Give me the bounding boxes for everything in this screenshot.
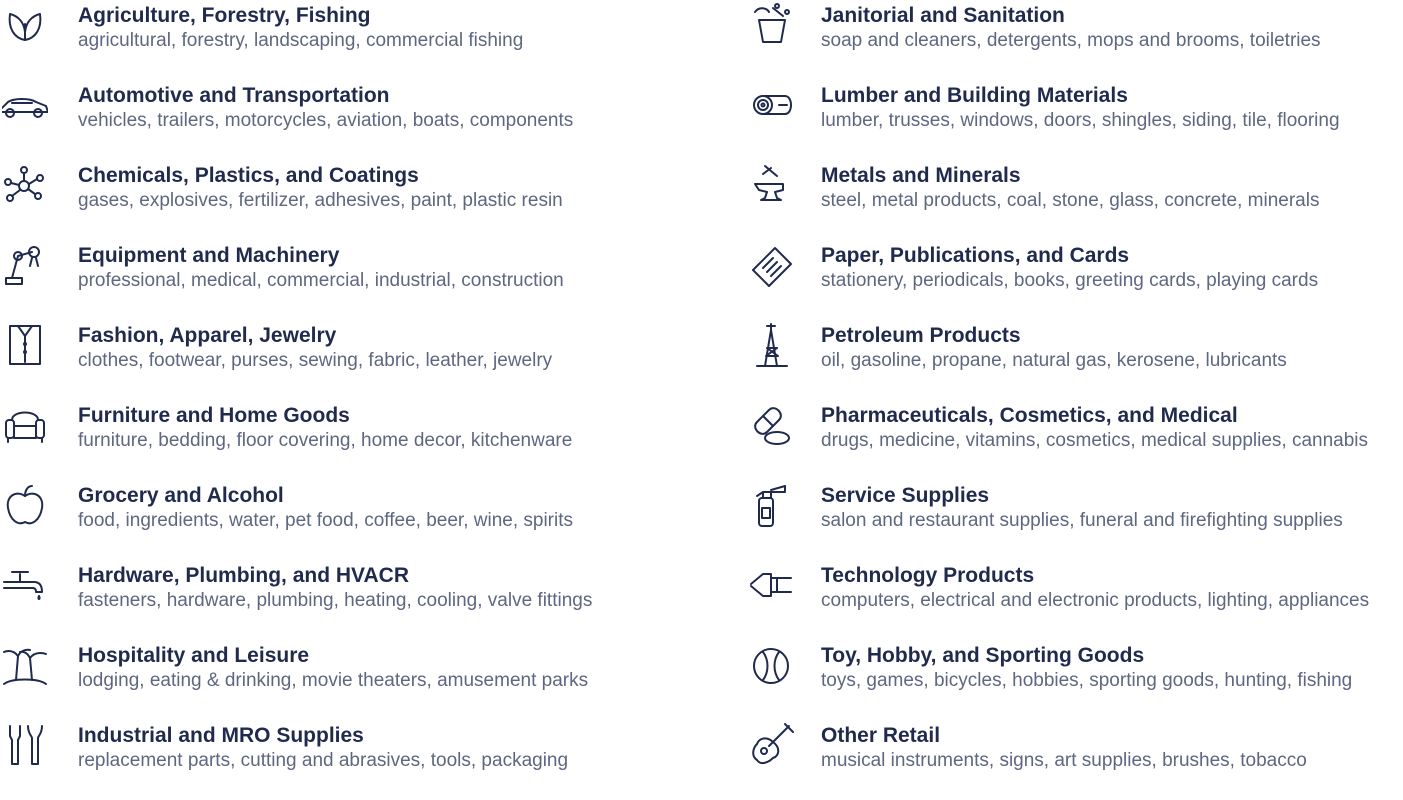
category-title: Technology Products (821, 564, 1035, 587)
category-item-equipment[interactable]: Equipment and Machinery professional, me… (0, 240, 700, 320)
category-item-hospitality[interactable]: Hospitality and Leisure lodging, eating … (0, 640, 700, 720)
robot-arm-icon (2, 242, 48, 288)
category-description: food, ingredients, water, pet food, coff… (78, 510, 574, 531)
category-item-technology[interactable]: Technology Products computers, electrica… (745, 560, 1403, 640)
category-description: stationery, periodicals, books, greeting… (821, 270, 1319, 291)
armchair-icon (2, 402, 48, 448)
category-item-fashion[interactable]: Fashion, Apparel, Jewelry clothes, footw… (0, 320, 700, 400)
category-description: agricultural, forestry, landscaping, com… (78, 30, 524, 51)
category-description: musical instruments, signs, art supplies… (821, 750, 1307, 771)
apple-icon (2, 482, 48, 528)
category-description: replacement parts, cutting and abrasives… (78, 750, 569, 771)
category-item-furniture[interactable]: Furniture and Home Goods furniture, bedd… (0, 400, 700, 480)
category-item-chemicals[interactable]: Chemicals, Plastics, and Coatings gases,… (0, 160, 700, 240)
category-title: Pharmaceuticals, Cosmetics, and Medical (821, 404, 1238, 427)
category-title: Furniture and Home Goods (78, 404, 350, 427)
category-title: Petroleum Products (821, 324, 1021, 347)
category-item-agriculture[interactable]: Agriculture, Forestry, Fishing agricultu… (0, 0, 700, 80)
category-item-industrial[interactable]: Industrial and MRO Supplies replacement … (0, 720, 700, 800)
tools-icon (2, 722, 48, 768)
category-item-janitorial[interactable]: Janitorial and Sanitation soap and clean… (745, 0, 1403, 80)
log-icon (749, 82, 795, 128)
category-title: Chemicals, Plastics, and Coatings (78, 164, 419, 187)
baseball-icon (749, 642, 795, 688)
shirt-icon (2, 322, 48, 368)
category-title: Janitorial and Sanitation (821, 4, 1065, 27)
category-description: oil, gasoline, propane, natural gas, ker… (821, 350, 1287, 371)
category-title: Grocery and Alcohol (78, 484, 284, 507)
category-item-automotive[interactable]: Automotive and Transportation vehicles, … (0, 80, 700, 160)
category-title: Toy, Hobby, and Sporting Goods (821, 644, 1145, 667)
category-item-service[interactable]: Service Supplies salon and restaurant su… (745, 480, 1403, 560)
fire-extinguisher-icon (749, 482, 795, 528)
category-description: vehicles, trailers, motorcycles, aviatio… (78, 110, 574, 131)
category-description: clothes, footwear, purses, sewing, fabri… (78, 350, 553, 371)
category-title: Hospitality and Leisure (78, 644, 310, 667)
category-description: salon and restaurant supplies, funeral a… (821, 510, 1343, 531)
category-description: fasteners, hardware, plumbing, heating, … (78, 590, 593, 611)
category-description: computers, electrical and electronic pro… (821, 590, 1370, 611)
category-title: Hardware, Plumbing, and HVACR (78, 564, 409, 587)
leaf-icon (2, 2, 48, 48)
oil-derrick-icon (749, 322, 795, 368)
category-item-paper[interactable]: Paper, Publications, and Cards stationer… (745, 240, 1403, 320)
category-title: Other Retail (821, 724, 941, 747)
category-item-lumber[interactable]: Lumber and Building Materials lumber, tr… (745, 80, 1403, 160)
category-title: Industrial and MRO Supplies (78, 724, 364, 747)
category-title: Service Supplies (821, 484, 990, 507)
car-icon (0, 82, 49, 128)
molecule-icon (2, 162, 48, 208)
category-description: gases, explosives, fertilizer, adhesives… (78, 190, 563, 211)
faucet-icon (2, 562, 48, 608)
anvil-icon (749, 162, 795, 208)
bucket-icon (749, 2, 795, 48)
category-description: lumber, trusses, windows, doors, shingle… (821, 110, 1340, 131)
plug-icon (749, 562, 795, 608)
category-description: professional, medical, commercial, indus… (78, 270, 564, 291)
category-title: Fashion, Apparel, Jewelry (78, 324, 337, 347)
category-title: Automotive and Transportation (78, 84, 390, 107)
category-item-toy-hobby[interactable]: Toy, Hobby, and Sporting Goods toys, gam… (745, 640, 1403, 720)
category-column-left: Agriculture, Forestry, Fishing agricultu… (0, 0, 700, 800)
category-description: soap and cleaners, detergents, mops and … (821, 30, 1321, 51)
category-description: steel, metal products, coal, stone, glas… (821, 190, 1320, 211)
category-description: drugs, medicine, vitamins, cosmetics, me… (821, 430, 1369, 451)
guitar-icon (749, 722, 795, 768)
pills-icon (749, 402, 795, 448)
category-item-petroleum[interactable]: Petroleum Products oil, gasoline, propan… (745, 320, 1403, 400)
category-title: Metals and Minerals (821, 164, 1021, 187)
category-item-grocery[interactable]: Grocery and Alcohol food, ingredients, w… (0, 480, 700, 560)
category-item-other-retail[interactable]: Other Retail musical instruments, signs,… (745, 720, 1403, 800)
category-description: furniture, bedding, floor covering, home… (78, 430, 573, 451)
category-title: Paper, Publications, and Cards (821, 244, 1130, 267)
category-title: Lumber and Building Materials (821, 84, 1128, 107)
category-description: lodging, eating & drinking, movie theate… (78, 670, 589, 691)
category-item-pharmaceuticals[interactable]: Pharmaceuticals, Cosmetics, and Medical … (745, 400, 1403, 480)
category-description: toys, games, bicycles, hobbies, sporting… (821, 670, 1353, 691)
category-title: Agriculture, Forestry, Fishing (78, 4, 371, 27)
category-item-hardware[interactable]: Hardware, Plumbing, and HVACR fasteners,… (0, 560, 700, 640)
category-title: Equipment and Machinery (78, 244, 340, 267)
category-item-metals[interactable]: Metals and Minerals steel, metal product… (745, 160, 1403, 240)
palm-island-icon (2, 642, 48, 688)
newspaper-icon (749, 242, 795, 288)
category-column-right: Janitorial and Sanitation soap and clean… (745, 0, 1403, 800)
